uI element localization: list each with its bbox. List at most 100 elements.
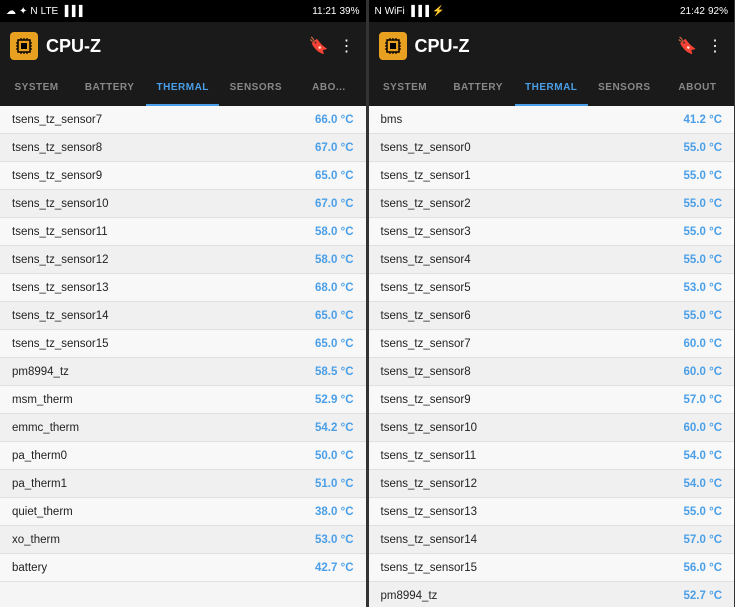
tab-thermal-1[interactable]: THERMAL [146, 70, 219, 106]
table-row: tsens_tz_sensor4 55.0 °C [369, 246, 735, 274]
menu-icon-1[interactable]: ⋮ [339, 36, 356, 56]
sensor-name: tsens_tz_sensor7 [381, 338, 471, 350]
sensor-value: 67.0 °C [315, 198, 353, 210]
bluetooth-icon: ✦ [19, 6, 27, 17]
app-bar-icons-1: 🔖 ⋮ [309, 36, 356, 56]
tab-battery-1[interactable]: BATTERY [73, 70, 146, 106]
sensor-value: 60.0 °C [684, 422, 722, 434]
sensor-name: pm8994_tz [381, 590, 438, 602]
table-row: msm_therm 52.9 °C [0, 386, 366, 414]
table-row: tsens_tz_sensor11 54.0 °C [369, 442, 735, 470]
sensor-name: tsens_tz_sensor14 [12, 310, 109, 322]
sensor-name: tsens_tz_sensor4 [381, 254, 471, 266]
bolt-icon: ⚡ [432, 6, 444, 17]
status-bar-2: N WiFi ▐▐▐ ⚡ 21:42 92% [369, 0, 735, 22]
table-row: quiet_therm 38.0 °C [0, 498, 366, 526]
sensor-name: tsens_tz_sensor10 [12, 198, 109, 210]
tab-system-1[interactable]: SYSTEM [0, 70, 73, 106]
table-row: tsens_tz_sensor8 60.0 °C [369, 358, 735, 386]
sensor-name: tsens_tz_sensor0 [381, 142, 471, 154]
table-row: tsens_tz_sensor11 58.0 °C [0, 218, 366, 246]
sensor-name: pa_therm0 [12, 450, 67, 462]
sensor-value: 52.7 °C [684, 590, 722, 602]
data-table-1: tsens_tz_sensor7 66.0 °C tsens_tz_sensor… [0, 106, 366, 607]
data-table-2: bms 41.2 °C tsens_tz_sensor0 55.0 °C tse… [369, 106, 735, 607]
sensor-name: tsens_tz_sensor3 [381, 226, 471, 238]
sensor-value: 53.0 °C [684, 282, 722, 294]
tab-battery-2[interactable]: BATTERY [442, 70, 515, 106]
tab-about-2[interactable]: ABOUT [661, 70, 734, 106]
sensor-name: tsens_tz_sensor12 [12, 254, 109, 266]
sensor-value: 38.0 °C [315, 506, 353, 518]
app-icon-1 [10, 32, 38, 60]
sensor-value: 58.0 °C [315, 226, 353, 238]
tab-system-2[interactable]: SYSTEM [369, 70, 442, 106]
sensor-name: msm_therm [12, 394, 73, 406]
sensor-name: tsens_tz_sensor5 [381, 282, 471, 294]
table-row: tsens_tz_sensor13 68.0 °C [0, 274, 366, 302]
sensor-value: 55.0 °C [684, 198, 722, 210]
sensor-value: 67.0 °C [315, 142, 353, 154]
table-row: tsens_tz_sensor14 57.0 °C [369, 526, 735, 554]
sensor-value: 50.0 °C [315, 450, 353, 462]
tab-about-1[interactable]: ABO... [292, 70, 365, 106]
sensor-value: 55.0 °C [684, 142, 722, 154]
cloud-icon: ☁ [6, 6, 16, 17]
table-row: tsens_tz_sensor12 54.0 °C [369, 470, 735, 498]
battery-1: 39% [339, 6, 359, 17]
table-row: tsens_tz_sensor3 55.0 °C [369, 218, 735, 246]
sensor-value: 58.0 °C [315, 254, 353, 266]
sensor-value: 54.2 °C [315, 422, 353, 434]
tab-sensors-2[interactable]: SENSORS [588, 70, 661, 106]
table-row: tsens_tz_sensor10 67.0 °C [0, 190, 366, 218]
phone-panel-2: N WiFi ▐▐▐ ⚡ 21:42 92% [369, 0, 735, 607]
bookmark-icon-2[interactable]: 🔖 [677, 36, 697, 56]
status-bar-1: ☁ ✦ N LTE ▐▐▐ 11:21 39% [0, 0, 366, 22]
status-bar-right-2: 21:42 92% [680, 6, 728, 17]
table-row: tsens_tz_sensor7 66.0 °C [0, 106, 366, 134]
sensor-value: 65.0 °C [315, 310, 353, 322]
bookmark-icon-1[interactable]: 🔖 [309, 36, 329, 56]
table-row: emmc_therm 54.2 °C [0, 414, 366, 442]
sensor-name: tsens_tz_sensor6 [381, 310, 471, 322]
sensor-name: battery [12, 562, 47, 574]
wifi-icon: WiFi [385, 6, 405, 17]
table-row: xo_therm 53.0 °C [0, 526, 366, 554]
lte-label: LTE [41, 6, 59, 17]
table-row: tsens_tz_sensor9 65.0 °C [0, 162, 366, 190]
sensor-value: 66.0 °C [315, 114, 353, 126]
tab-thermal-2[interactable]: THERMAL [515, 70, 588, 106]
app-bar-2: CPU-Z 🔖 ⋮ [369, 22, 735, 70]
sensor-name: tsens_tz_sensor7 [12, 114, 102, 126]
app-bar-icons-2: 🔖 ⋮ [677, 36, 724, 56]
time-1: 11:21 [312, 6, 336, 17]
sensor-name: tsens_tz_sensor9 [12, 170, 102, 182]
sensor-value: 55.0 °C [684, 254, 722, 266]
sensor-name: tsens_tz_sensor13 [381, 506, 478, 518]
table-row: tsens_tz_sensor2 55.0 °C [369, 190, 735, 218]
sensor-value: 55.0 °C [684, 226, 722, 238]
tab-sensors-1[interactable]: SENSORS [219, 70, 292, 106]
app-bar-1: CPU-Z 🔖 ⋮ [0, 22, 366, 70]
app-title-1: CPU-Z [46, 36, 301, 57]
cpu-icon-1 [14, 36, 34, 56]
table-row: tsens_tz_sensor7 60.0 °C [369, 330, 735, 358]
sensor-value: 54.0 °C [684, 478, 722, 490]
sensor-name: tsens_tz_sensor15 [381, 562, 478, 574]
table-row: tsens_tz_sensor1 55.0 °C [369, 162, 735, 190]
sensor-value: 54.0 °C [684, 450, 722, 462]
sensor-name: emmc_therm [12, 422, 79, 434]
table-row: tsens_tz_sensor15 56.0 °C [369, 554, 735, 582]
status-bar-left-2: N WiFi ▐▐▐ ⚡ [375, 6, 445, 17]
sensor-value: 55.0 °C [684, 310, 722, 322]
table-row: tsens_tz_sensor10 60.0 °C [369, 414, 735, 442]
table-row: pm8994_tz 52.7 °C [369, 582, 735, 607]
tab-bar-1: SYSTEM BATTERY THERMAL SENSORS ABO... [0, 70, 366, 106]
sensor-value: 65.0 °C [315, 170, 353, 182]
app-title-2: CPU-Z [415, 36, 670, 57]
signal-icon: ▐▐▐ [61, 6, 82, 17]
phone-panel-1: ☁ ✦ N LTE ▐▐▐ 11:21 39% [0, 0, 367, 607]
nfc-icon-2: N [375, 6, 382, 17]
menu-icon-2[interactable]: ⋮ [707, 36, 724, 56]
sensor-value: 57.0 °C [684, 394, 722, 406]
